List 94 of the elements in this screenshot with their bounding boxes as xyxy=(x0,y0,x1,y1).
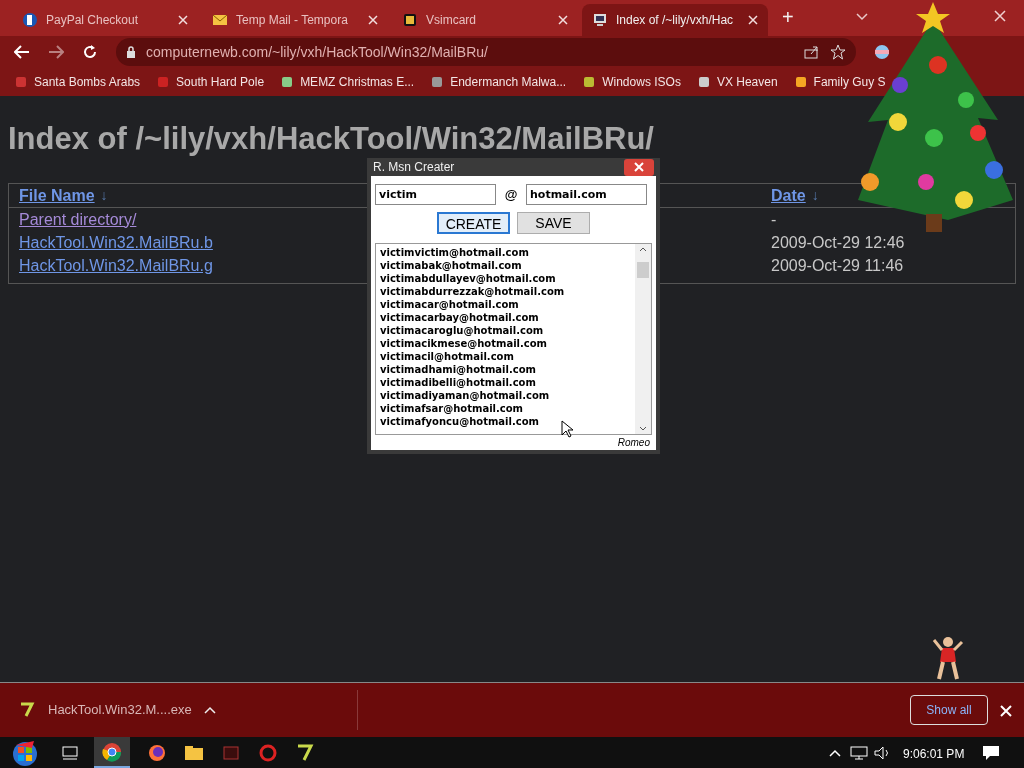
taskbar-app-icon[interactable] xyxy=(147,742,167,763)
tab-favicon-icon xyxy=(592,12,608,28)
column-header[interactable]: File Name xyxy=(19,183,95,208)
chevron-up-icon[interactable] xyxy=(203,706,216,714)
email-entry: victimafsar@hotmail.com xyxy=(380,402,524,415)
close-icon xyxy=(634,162,644,172)
date-cell-text: 2009-Oct-29 11:46 xyxy=(771,255,904,276)
bookmark-item[interactable]: VX Heaven xyxy=(696,73,778,91)
dialog-button[interactable]: CREATE xyxy=(437,212,510,234)
browser-tab[interactable]: Index of /~lily/vxh/Hac xyxy=(582,4,768,36)
email-entry: victimadhami@hotmail.com xyxy=(380,363,536,376)
lock-icon xyxy=(126,46,136,58)
scroll-thumb[interactable] xyxy=(637,262,649,278)
email-list[interactable] xyxy=(375,243,652,435)
email-entry: victimacaroglu@hotmail.com xyxy=(380,324,544,337)
address-bar[interactable]: computernewb.com/~lily/vxh/HackTool/Win32/MailBRu/ xyxy=(116,38,856,66)
bookmark-item[interactable]: MEMZ Christmas E... xyxy=(280,73,415,91)
close-icon[interactable] xyxy=(748,15,758,25)
scrollbar[interactable] xyxy=(635,244,651,434)
file-link[interactable]: HackTool.Win32.MailBRu.g xyxy=(19,256,213,274)
sort-arrow-icon[interactable]: ↓ xyxy=(811,185,819,206)
date-cell-text: 2009-Oct-29 12:46 xyxy=(771,232,905,253)
download-item[interactable]: HackTool.Win32.M....exe xyxy=(18,690,358,730)
tab-title: Index of /~lily/vxh/Hac xyxy=(616,12,735,29)
email-entry: victimvictim@hotmail.com xyxy=(380,246,529,259)
email-entry: victimadibelli@hotmail.com xyxy=(380,376,536,389)
email-entry: victimacil@hotmail.com xyxy=(380,350,514,363)
tab-title: Vsimcard xyxy=(426,12,477,29)
close-button[interactable] xyxy=(624,158,654,176)
archive-icon xyxy=(18,701,36,719)
scroll-down-icon[interactable] xyxy=(639,426,647,431)
email-entry: victimabdurrezzak@hotmail.com xyxy=(380,285,565,298)
notification-icon[interactable] xyxy=(982,745,1000,761)
dialog-button[interactable]: SAVE xyxy=(517,212,590,234)
credit-text: Romeo xyxy=(616,436,651,450)
reload-icon[interactable] xyxy=(82,44,98,60)
bookmark-item[interactable]: South Hard Pole xyxy=(156,73,265,91)
tab-favicon-icon xyxy=(212,12,228,28)
url-text: computernewb.com/~lily/vxh/HackTool/Win32/MailBRu/ xyxy=(146,42,489,62)
email-entry: victimacikmese@hotmail.com xyxy=(380,337,547,350)
taskbar-app[interactable] xyxy=(94,737,130,768)
bookmark-icon xyxy=(156,75,171,89)
tab-favicon-icon xyxy=(402,12,418,28)
scroll-up-icon[interactable] xyxy=(639,247,647,252)
email-entry: victimacar@hotmail.com xyxy=(380,298,519,311)
close-icon[interactable] xyxy=(368,15,378,25)
show-all-button[interactable]: Show all xyxy=(910,695,988,725)
close-icon[interactable] xyxy=(178,15,188,25)
back-icon[interactable] xyxy=(14,45,30,59)
close-icon[interactable] xyxy=(994,10,1006,22)
bookmark-item[interactable]: Family Guy S xyxy=(793,73,886,91)
start-button-icon[interactable] xyxy=(10,738,40,767)
download-filename: HackTool.Win32.M....exe xyxy=(48,701,192,720)
at-sign: @ xyxy=(503,185,519,204)
share-icon[interactable] xyxy=(804,45,820,59)
chevron-down-icon[interactable] xyxy=(856,13,868,21)
browser-icon xyxy=(102,741,122,762)
bookmark-item[interactable]: Santa Bombs Arabs xyxy=(14,73,141,91)
task-view-icon[interactable] xyxy=(62,745,78,760)
file-link[interactable]: HackTool.Win32.MailBRu.b xyxy=(19,233,213,251)
new-tab-button[interactable]: + xyxy=(782,2,794,32)
date-cell-text: - xyxy=(771,209,777,230)
forward-icon xyxy=(48,45,64,59)
page-heading: Index of /~lily/vxh/HackTool/Win32/MailBRu/ xyxy=(8,123,654,155)
bookmark-icon xyxy=(14,75,28,89)
email-entry: victimacarbay@hotmail.com xyxy=(380,311,539,324)
tab-title: PayPal Checkout xyxy=(46,12,140,29)
tab-favicon-icon xyxy=(22,12,38,28)
email-entry: victimabak@hotmail.com xyxy=(380,259,522,272)
domain-field[interactable]: hotmail.com xyxy=(526,184,647,205)
close-icon[interactable] xyxy=(558,15,568,25)
star-icon[interactable] xyxy=(830,44,846,60)
tab-title: Temp Mail - Tempora xyxy=(236,12,349,29)
flag-icon[interactable] xyxy=(874,44,890,60)
bookmark-icon xyxy=(696,75,711,89)
email-entry: victimabdullayev@hotmail.com xyxy=(380,272,556,285)
sort-arrow-icon[interactable]: ↓ xyxy=(100,185,108,206)
bookmark-icon xyxy=(582,75,597,89)
column-header[interactable]: Date xyxy=(771,183,806,208)
username-field[interactable]: victim xyxy=(375,184,496,205)
bookmark-icon xyxy=(430,75,445,89)
email-entry: victimadiyaman@hotmail.com xyxy=(380,389,550,402)
figure-drawing xyxy=(930,636,966,680)
taskbar-app-icon[interactable] xyxy=(295,742,315,763)
bookmark-icon xyxy=(280,75,295,89)
bookmark-icon xyxy=(793,75,808,89)
mouse-cursor-icon xyxy=(561,420,573,438)
email-entry: victimafyoncu@hotmail.com xyxy=(380,415,539,428)
file-link[interactable]: Parent directory/ xyxy=(19,210,137,228)
bookmark-item[interactable]: Windows ISOs xyxy=(582,73,681,91)
bookmark-item[interactable]: Endermanch Malwa... xyxy=(430,73,567,91)
window-title: R. Msn Creater xyxy=(373,159,455,176)
clock-text[interactable]: 9:06:01 PM xyxy=(903,745,965,763)
network-icon[interactable] xyxy=(850,746,868,760)
